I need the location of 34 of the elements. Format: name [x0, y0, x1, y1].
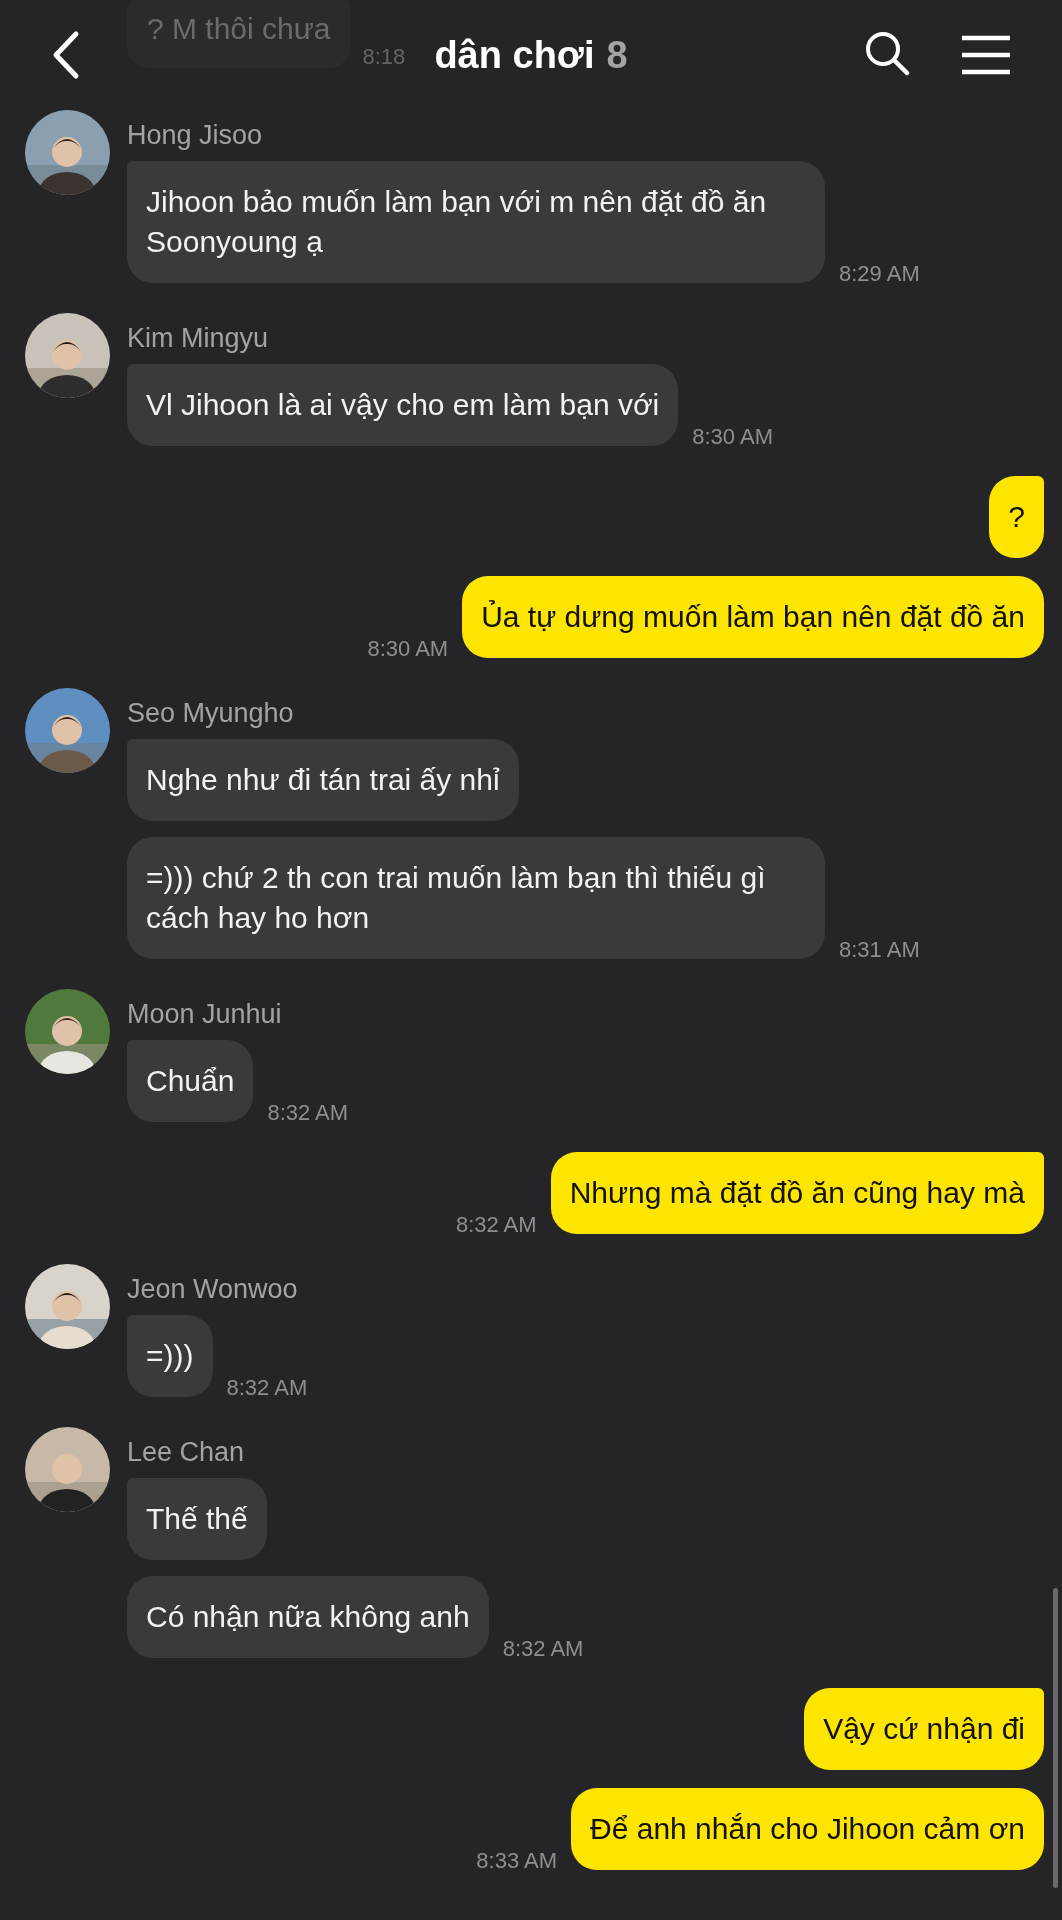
sender-name: Lee Chan	[127, 1437, 246, 1468]
search-icon[interactable]	[864, 30, 910, 76]
message-time: 8:32 AM	[267, 1100, 349, 1126]
message-bubble: Nghe như đi tán trai ấy nhỉ	[127, 739, 519, 821]
message-bubble: Nhưng mà đặt đồ ăn cũng hay mà	[550, 1152, 1044, 1234]
message-time: 8:30 AM	[692, 424, 773, 450]
message-time: 8:33 AM	[476, 1848, 558, 1874]
message-bubble: Chuẩn	[127, 1040, 254, 1122]
message-time: 8:30 AM	[367, 636, 449, 662]
message-time: 8:32 AM	[226, 1375, 308, 1401]
message-bubble: Vậy cứ nhận đi	[804, 1688, 1044, 1770]
message-bubble: =)))	[127, 1315, 213, 1397]
message-bubble: =))) chứ 2 th con trai muốn làm bạn thì thiếu gì cách hay ho hơn	[127, 837, 825, 959]
message-bubble: ?	[989, 476, 1044, 558]
sender-name: Hong Jisoo	[127, 120, 264, 151]
menu-icon[interactable]	[960, 35, 1012, 75]
member-count: 8	[606, 33, 628, 77]
sender-name: Moon Junhui	[127, 999, 283, 1030]
message-bubble: Có nhận nữa không anh	[127, 1576, 489, 1658]
sender-name: Seo Myungho	[127, 698, 295, 729]
message-bubble: Để anh nhắn cho Jihoon cảm ơn	[571, 1788, 1044, 1870]
chat-title: dân chơi	[434, 33, 595, 77]
sender-name: Jeon Wonwoo	[127, 1274, 299, 1305]
message-bubble: Ủa tự dưng muốn làm bạn nên đặt đồ ăn	[462, 576, 1044, 658]
sender-name: Kim Mingyu	[127, 323, 270, 354]
message-time: 8:31 AM	[839, 937, 920, 963]
message-time: 8:29 AM	[839, 261, 920, 287]
message-bubble: Vl Jihoon là ai vậy cho em làm bạn với	[127, 364, 679, 446]
message-time: 8:32 AM	[502, 1636, 584, 1662]
message-bubble: ? M thôi chưa	[127, 0, 351, 68]
message-time: 8:18	[362, 44, 406, 70]
message-bubble: Jihoon bảo muốn làm bạn với m nên đặt đồ ăn Soonyoung ạ	[127, 161, 825, 283]
message-time: 8:32 AM	[455, 1212, 537, 1238]
message-bubble: Thế thế	[127, 1478, 267, 1560]
